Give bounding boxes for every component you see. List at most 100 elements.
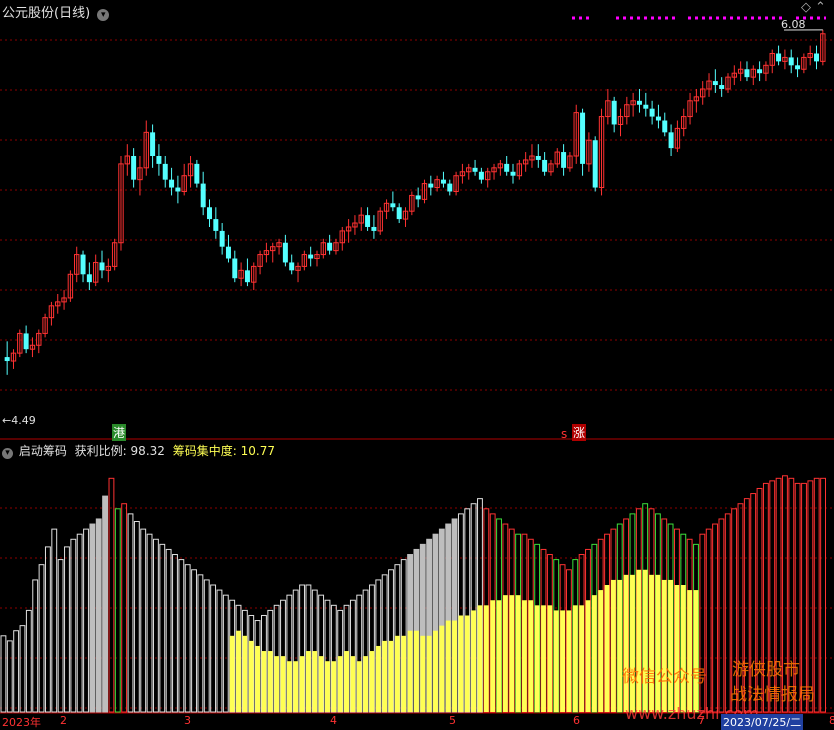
diamond-icon[interactable]: ◇ [801, 0, 811, 15]
chip-bar [65, 547, 70, 712]
chip-fill [420, 636, 425, 712]
chip-fill [516, 595, 521, 712]
x-label-feb: 2 [60, 714, 67, 727]
candle-body [390, 203, 395, 207]
candle-body [289, 262, 294, 270]
chip-fill [319, 656, 324, 712]
candle-body [719, 85, 724, 89]
chip-fill [350, 656, 355, 712]
chip-bar [223, 595, 228, 712]
chip-bar [7, 641, 12, 712]
chip-bar [90, 524, 95, 712]
candle-body [650, 109, 655, 117]
x-label-mar: 3 [184, 714, 191, 727]
candle-body [24, 333, 29, 349]
chip-fill [230, 636, 235, 712]
candle-body [669, 132, 674, 148]
chip-fill [458, 615, 463, 712]
chip-fill [560, 610, 565, 712]
chip-fill [338, 656, 343, 712]
chip-bar [814, 478, 819, 712]
candle-body [232, 259, 237, 279]
candle-body [397, 207, 402, 219]
candle-body [163, 164, 168, 180]
candle-body [662, 121, 667, 133]
chip-fill [236, 631, 241, 712]
chip-fill [687, 590, 692, 712]
chip-fill [331, 661, 336, 712]
chip-bar [192, 570, 197, 712]
chip-fill [484, 605, 489, 712]
candle-body [795, 65, 800, 69]
candle-body [757, 69, 762, 73]
chip-bar [71, 539, 76, 712]
candle-body [473, 168, 478, 172]
chip-bar [109, 478, 114, 712]
candle-body [479, 172, 484, 180]
chip-bar [198, 575, 203, 712]
chip-fill [401, 636, 406, 712]
candle-body [201, 184, 206, 208]
candle-body [612, 101, 617, 125]
chip-bar [204, 580, 209, 712]
candle-body [789, 57, 794, 65]
chip-fill [268, 651, 273, 712]
candle-body [365, 215, 370, 227]
candle-body [207, 207, 212, 219]
chip-fill [509, 595, 514, 712]
x-label-jul: 7 [698, 714, 705, 727]
chip-bar [58, 560, 63, 712]
candle-body [643, 105, 648, 109]
candle-body [87, 274, 92, 282]
candle-body [713, 81, 718, 85]
chip-bar [52, 529, 57, 712]
chevron-down-icon[interactable]: ▾ [2, 448, 13, 459]
chip-fill [478, 605, 483, 712]
chip-fill [503, 595, 508, 712]
candle-body [100, 262, 105, 270]
candle-body [194, 164, 199, 184]
chip-bar [808, 481, 813, 712]
chip-bar [103, 496, 108, 712]
candle-body [150, 132, 155, 156]
chip-fill [624, 575, 629, 712]
chip-fill [681, 585, 686, 712]
chip-fill [414, 631, 419, 712]
chip-fill [611, 580, 616, 712]
chip-fill [242, 636, 247, 712]
chip-fill [249, 641, 254, 712]
chip-bar [179, 560, 184, 712]
candle-body [175, 188, 180, 192]
chip-fill [446, 621, 451, 712]
chip-fill [573, 605, 578, 712]
candle-body [744, 69, 749, 77]
marker-gang: 港 [112, 424, 126, 441]
chevron-down-icon[interactable]: ▾ [97, 9, 109, 21]
chip-fill [433, 631, 438, 712]
stock-title[interactable]: 公元股份(日线) ▾ [2, 2, 109, 21]
chip-fill [649, 575, 654, 712]
indicator-header: ▾ 启动筹码 获利比例: 98.32 筹码集中度: 10.77 [2, 442, 275, 459]
chip-bar [166, 549, 171, 712]
chip-fill [325, 661, 330, 712]
chip-fill [497, 600, 502, 712]
chip-fill [281, 656, 286, 712]
chart-canvas [0, 0, 834, 729]
watermark-2: 游侠股市 [732, 655, 800, 680]
chip-fill [312, 651, 317, 712]
chevron-up-icon[interactable]: ⌃ [815, 0, 826, 15]
chip-bar [719, 519, 724, 712]
chip-bar [115, 509, 120, 712]
chip-fill [370, 651, 375, 712]
chip-fill [630, 575, 635, 712]
chip-bar [39, 565, 44, 712]
chip-bar [211, 585, 216, 712]
chip-fill [586, 600, 591, 712]
chip-fill [465, 615, 470, 712]
marker-zhang: 涨 [572, 424, 586, 441]
candle-body [81, 255, 86, 275]
chip-fill [427, 636, 432, 712]
chip-bar [45, 547, 50, 712]
chip-fill [535, 605, 540, 712]
chip-fill [363, 656, 368, 712]
